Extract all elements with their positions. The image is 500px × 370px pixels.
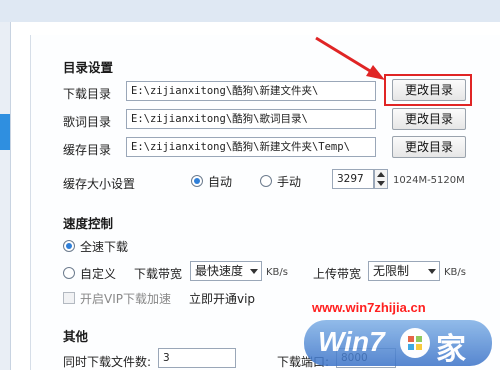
watermark-logo-char: 家 xyxy=(436,332,466,367)
watermark-logo-text: Win7 xyxy=(318,326,385,357)
watermark-logo: Win7 家 xyxy=(304,320,492,367)
windows-logo-icon xyxy=(400,328,430,358)
watermark-url: www.win7zhijia.cn xyxy=(312,300,426,315)
watermark: www.win7zhijia.cn Win7 家 xyxy=(304,300,494,368)
